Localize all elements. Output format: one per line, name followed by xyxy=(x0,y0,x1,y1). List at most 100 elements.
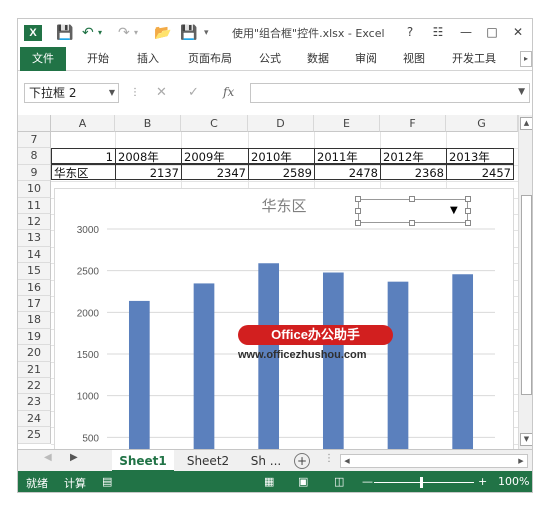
column-header-d[interactable]: D xyxy=(248,115,314,132)
tab-home[interactable]: 开始 xyxy=(80,47,116,71)
zoom-level[interactable]: 100% xyxy=(498,475,529,488)
formula-input[interactable]: ▼ xyxy=(250,83,530,103)
select-all-corner[interactable] xyxy=(18,115,51,132)
row-header-25[interactable]: 25 xyxy=(18,427,51,444)
row-header-22[interactable]: 22 xyxy=(18,378,51,395)
cell-g8[interactable]: 2013年 xyxy=(446,148,514,164)
vertical-scrollbar[interactable]: ▲ ▼ xyxy=(518,115,532,449)
resize-handle[interactable] xyxy=(409,196,415,202)
next-sheet-icon[interactable]: ▶ xyxy=(70,452,78,463)
sheet-tab-sheet1[interactable]: Sheet1 xyxy=(112,450,174,472)
normal-view-icon[interactable]: ▦ xyxy=(264,475,274,488)
cell-e9[interactable]: 2478 xyxy=(314,164,381,180)
combo-dropdown-icon[interactable]: ▼ xyxy=(450,205,461,216)
save-icon[interactable]: 💾 xyxy=(56,24,73,42)
sheet-tab-more[interactable]: Sh ... xyxy=(242,450,290,472)
tab-developer[interactable]: 开发工具 xyxy=(446,47,502,71)
redo-dropdown-icon[interactable]: ▾ xyxy=(134,24,138,42)
resize-handle[interactable] xyxy=(465,196,471,202)
resize-handle[interactable] xyxy=(355,196,361,202)
row-header-21[interactable]: 21 xyxy=(18,361,51,378)
undo-dropdown-icon[interactable]: ▾ xyxy=(98,24,102,42)
help-button[interactable]: ? xyxy=(400,23,420,41)
prev-sheet-icon[interactable]: ◀ xyxy=(44,452,52,463)
resize-handle[interactable] xyxy=(409,220,415,226)
cell-g9[interactable]: 2457 xyxy=(446,164,514,180)
cell-b8[interactable]: 2008年 xyxy=(115,148,182,164)
row-header-19[interactable]: 19 xyxy=(18,328,51,346)
worksheet-grid[interactable]: A B C D E F G 7 8 9 10 11 12 13 14 15 16 17 18 19 20 2… xyxy=(18,115,518,449)
open-folder-icon[interactable]: 📂 xyxy=(154,24,171,42)
ribbon-scroll-right-icon[interactable]: ▸ xyxy=(520,51,532,67)
vertical-scroll-thumb[interactable] xyxy=(521,195,532,395)
cell-f9[interactable]: 2368 xyxy=(380,164,447,180)
cell-e8[interactable]: 2011年 xyxy=(314,148,381,164)
row-header-8[interactable]: 8 xyxy=(18,148,51,165)
row-header-7[interactable]: 7 xyxy=(18,132,51,149)
cell-f8[interactable]: 2012年 xyxy=(380,148,447,164)
cell-c8[interactable]: 2009年 xyxy=(181,148,249,164)
macro-record-icon[interactable]: ▤ xyxy=(102,475,112,488)
cell-b9[interactable]: 2137 xyxy=(115,164,182,180)
cell-d8[interactable]: 2010年 xyxy=(248,148,315,164)
tab-view[interactable]: 视图 xyxy=(396,47,432,71)
row-header-23[interactable]: 23 xyxy=(18,394,51,411)
insert-function-icon[interactable]: fx xyxy=(223,85,234,99)
page-break-view-icon[interactable]: ◫ xyxy=(334,475,344,488)
tabs-splitter-icon[interactable]: ⋮ xyxy=(324,453,334,464)
row-header-15[interactable]: 15 xyxy=(18,263,51,280)
zoom-slider-thumb[interactable] xyxy=(420,477,423,488)
resize-handle[interactable] xyxy=(355,220,361,226)
column-header-g[interactable]: G xyxy=(446,115,518,132)
scroll-right-icon[interactable]: ▶ xyxy=(515,455,527,467)
column-header-a[interactable]: A xyxy=(51,115,115,132)
row-header-14[interactable]: 14 xyxy=(18,246,51,264)
resize-handle[interactable] xyxy=(465,208,471,214)
cell-c9[interactable]: 2347 xyxy=(181,164,249,180)
zoom-out-icon[interactable]: — xyxy=(362,475,373,488)
zoom-in-icon[interactable]: + xyxy=(478,475,487,488)
tab-review[interactable]: 审阅 xyxy=(348,47,384,71)
tab-page-layout[interactable]: 页面布局 xyxy=(180,47,240,71)
row-header-13[interactable]: 13 xyxy=(18,230,51,247)
column-header-f[interactable]: F xyxy=(380,115,446,132)
row-header-11[interactable]: 11 xyxy=(18,197,51,214)
scroll-down-icon[interactable]: ▼ xyxy=(520,433,532,446)
row-header-20[interactable]: 20 xyxy=(18,345,51,362)
embedded-chart[interactable]: 华东区 0500100015002000250030002008年2009年20… xyxy=(54,188,514,449)
horizontal-scrollbar[interactable]: ◀ ▶ xyxy=(340,454,528,468)
row-header-10[interactable]: 10 xyxy=(18,181,51,198)
cell-a8[interactable]: 1 xyxy=(51,148,116,164)
status-calculate[interactable]: 计算 xyxy=(64,475,86,491)
expand-formula-bar-icon[interactable]: ▼ xyxy=(518,87,525,97)
cell-d9[interactable]: 2589 xyxy=(248,164,315,180)
sheet-tab-sheet2[interactable]: Sheet2 xyxy=(178,450,238,472)
resize-handle[interactable] xyxy=(465,220,471,226)
tab-formulas[interactable]: 公式 xyxy=(252,47,288,71)
column-header-b[interactable]: B xyxy=(115,115,181,132)
customize-qat-icon[interactable]: ▾ xyxy=(204,24,209,42)
scroll-up-icon[interactable]: ▲ xyxy=(520,117,532,130)
row-header-18[interactable]: 18 xyxy=(18,312,51,329)
name-box-dropdown-icon[interactable]: ▼ xyxy=(109,84,115,102)
enter-formula-icon[interactable]: ✓ xyxy=(188,85,199,100)
maximize-button[interactable]: □ xyxy=(482,23,502,41)
ribbon-display-options-icon[interactable]: ☷ xyxy=(428,23,448,41)
name-box[interactable]: 下拉框 2 ▼ xyxy=(24,83,119,103)
tab-data[interactable]: 数据 xyxy=(300,47,336,71)
zoom-slider[interactable] xyxy=(374,482,474,483)
redo-icon[interactable]: ↷ xyxy=(118,24,130,42)
column-header-e[interactable]: E xyxy=(314,115,380,132)
row-header-16[interactable]: 16 xyxy=(18,279,51,296)
save-as-icon[interactable]: 💾 xyxy=(180,24,197,42)
row-header-17[interactable]: 17 xyxy=(18,296,51,313)
scroll-left-icon[interactable]: ◀ xyxy=(341,455,353,467)
formula-bar-grip-icon[interactable]: ⋮ xyxy=(130,87,140,98)
resize-handle[interactable] xyxy=(355,208,361,214)
cell-a9[interactable]: 华东区 xyxy=(51,164,116,180)
minimize-button[interactable]: — xyxy=(456,23,476,41)
tab-insert[interactable]: 插入 xyxy=(130,47,166,71)
column-header-c[interactable]: C xyxy=(181,115,248,132)
undo-icon[interactable]: ↶ xyxy=(82,24,94,42)
cancel-formula-icon[interactable]: ✕ xyxy=(156,85,167,100)
